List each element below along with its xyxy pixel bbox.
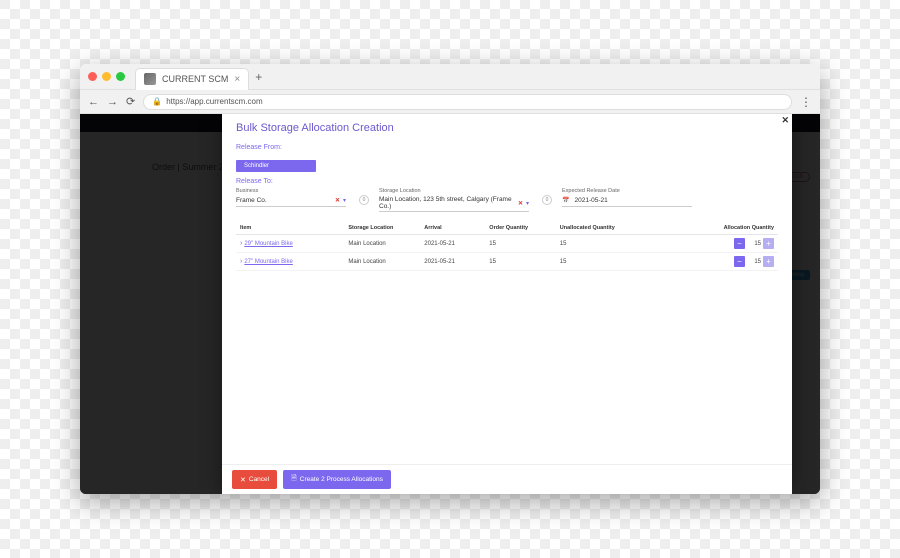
- increment-button[interactable]: +: [763, 238, 774, 249]
- chevron-down-icon[interactable]: ▾: [526, 200, 529, 207]
- x-icon: ✕: [240, 476, 246, 484]
- page-viewport: Order | Summer 2021 Mou... Draft + Somet…: [80, 114, 820, 494]
- cell-arrival: 2021-05-21: [420, 235, 485, 253]
- new-tab-button[interactable]: +: [255, 70, 262, 84]
- business-select[interactable]: Frame Co. ✕ ▾: [236, 195, 346, 207]
- cancel-label: Cancel: [249, 476, 269, 483]
- alloc-value: 15: [747, 259, 761, 265]
- business-label: Business: [236, 188, 346, 194]
- release-to-label: Release To:: [236, 178, 778, 185]
- release-to-form-row: Business Frame Co. ✕ ▾ 0 Storage Locatio…: [236, 188, 778, 212]
- release-from-label: Release From:: [236, 144, 778, 151]
- allocation-table: Item Storage Location Arrival Order Quan…: [236, 222, 778, 271]
- col-arrival: Arrival: [424, 225, 441, 231]
- modal-body: Bulk Storage Allocation Creation Release…: [222, 114, 792, 464]
- cell-order-qty: 15: [485, 235, 555, 253]
- create-label: Create 2 Process Allocations: [300, 476, 383, 483]
- storage-count-badge: 0: [542, 195, 552, 205]
- expand-row-icon[interactable]: ›: [240, 258, 242, 265]
- business-value: Frame Co.: [236, 197, 332, 204]
- cell-unalloc-qty: 15: [556, 253, 648, 271]
- modal-title: Bulk Storage Allocation Creation: [236, 122, 778, 134]
- browser-menu-icon[interactable]: ⋮: [800, 95, 812, 109]
- release-from-chip[interactable]: Schindler: [236, 160, 316, 172]
- url-text: https://app.currentscm.com: [166, 97, 262, 106]
- increment-button[interactable]: +: [763, 256, 774, 267]
- decrement-button[interactable]: −: [734, 256, 745, 267]
- allocation-modal: ✕ Bulk Storage Allocation Creation Relea…: [222, 114, 792, 494]
- col-order-qty: Order Quantity: [489, 225, 528, 231]
- cell-unalloc-qty: 15: [556, 235, 648, 253]
- document-icon: 🗎: [291, 474, 297, 485]
- expected-date-input[interactable]: 📅 2021-05-21: [562, 195, 692, 207]
- table-row: ›27" Mountain Bike Main Location 2021-05…: [236, 253, 778, 271]
- chevron-down-icon[interactable]: ▾: [343, 197, 346, 204]
- back-button[interactable]: ←: [88, 96, 99, 108]
- cancel-button[interactable]: ✕ Cancel: [232, 470, 277, 489]
- lock-icon: 🔒: [152, 97, 162, 106]
- window-title-bar: CURRENT SCM × +: [80, 64, 820, 90]
- storage-location-select[interactable]: Main Location, 123 5th street, Calgary (…: [379, 195, 529, 212]
- expected-date-value: 2021-05-21: [574, 197, 607, 204]
- storage-location-label: Storage Location: [379, 188, 529, 194]
- clear-icon[interactable]: ✕: [518, 200, 523, 207]
- reload-button[interactable]: ⟳: [126, 95, 135, 108]
- col-alloc-qty: Allocation Quantity: [724, 225, 774, 231]
- window-controls: [88, 72, 125, 81]
- storage-location-value: Main Location, 123 5th street, Calgary (…: [379, 196, 515, 210]
- decrement-button[interactable]: −: [734, 238, 745, 249]
- item-link[interactable]: 27" Mountain Bike: [244, 259, 293, 265]
- tab-favicon-icon: [144, 73, 156, 85]
- create-allocations-button[interactable]: 🗎 Create 2 Process Allocations: [283, 470, 391, 489]
- modal-footer: ✕ Cancel 🗎 Create 2 Process Allocations: [222, 464, 792, 494]
- business-count-badge: 0: [359, 195, 369, 205]
- maximize-window-icon[interactable]: [116, 72, 125, 81]
- minimize-window-icon[interactable]: [102, 72, 111, 81]
- cell-storage: Main Location: [344, 253, 420, 271]
- clear-icon[interactable]: ✕: [335, 197, 340, 204]
- cell-storage: Main Location: [344, 235, 420, 253]
- item-link[interactable]: 29" Mountain Bike: [244, 241, 293, 247]
- close-window-icon[interactable]: [88, 72, 97, 81]
- calendar-icon: 📅: [562, 197, 569, 204]
- col-storage: Storage Location: [348, 225, 393, 231]
- tab-close-icon[interactable]: ×: [234, 74, 240, 85]
- browser-tab[interactable]: CURRENT SCM ×: [135, 68, 249, 90]
- tab-title: CURRENT SCM: [162, 74, 228, 84]
- expected-date-label: Expected Release Date: [562, 188, 692, 194]
- forward-button[interactable]: →: [107, 96, 118, 108]
- modal-close-button[interactable]: ✕: [781, 115, 789, 126]
- expand-row-icon[interactable]: ›: [240, 240, 242, 247]
- alloc-value: 15: [747, 241, 761, 247]
- col-item: Item: [240, 225, 251, 231]
- cell-order-qty: 15: [485, 253, 555, 271]
- col-unalloc-qty: Unallocated Quantity: [560, 225, 615, 231]
- url-input[interactable]: 🔒 https://app.currentscm.com: [143, 94, 792, 110]
- cell-arrival: 2021-05-21: [420, 253, 485, 271]
- table-row: ›29" Mountain Bike Main Location 2021-05…: [236, 235, 778, 253]
- browser-window: CURRENT SCM × + ← → ⟳ 🔒 https://app.curr…: [80, 64, 820, 494]
- address-bar: ← → ⟳ 🔒 https://app.currentscm.com ⋮: [80, 90, 820, 114]
